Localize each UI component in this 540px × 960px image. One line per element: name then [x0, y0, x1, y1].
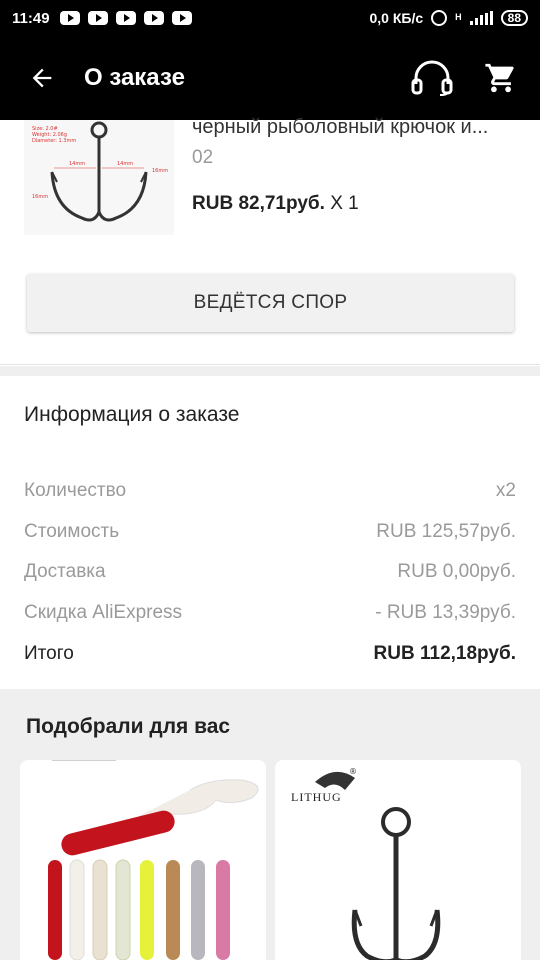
product-quantity: X 1	[330, 193, 359, 214]
product-title[interactable]: черный рыболовный крючок и...	[192, 116, 522, 139]
order-product: Size: 2.0# Weight: 2.06g Diameter: 1.3mm…	[0, 116, 540, 365]
product-price: RUB 82,71руб.	[192, 193, 325, 214]
page-title: О заказе	[84, 64, 185, 91]
youtube-notification-icon	[59, 11, 80, 25]
info-label: Стоимость	[24, 521, 120, 542]
dispute-button[interactable]: ВЕДЁТСЯ СПОР	[27, 274, 514, 332]
info-label: Итого	[24, 643, 74, 664]
svg-text:®: ®	[349, 767, 357, 776]
image-label-width-left: 14mm	[69, 161, 85, 167]
signal-icon	[469, 11, 493, 25]
status-bar: 11:49 0,0 КБ/с H 88	[0, 0, 540, 36]
product-image[interactable]: Size: 2.0# Weight: 2.06g Diameter: 1.3mm…	[24, 120, 174, 235]
network-type: H	[455, 12, 462, 22]
info-row-total: Итого RUB 112,18руб.	[24, 643, 516, 665]
youtube-notification-icon	[143, 11, 164, 25]
app-bar: О заказе	[0, 36, 540, 120]
youtube-notification-icon	[171, 11, 192, 25]
alarm-icon	[431, 10, 448, 26]
battery-icon: 88	[500, 10, 528, 26]
youtube-notification-icon	[87, 11, 108, 25]
back-arrow-icon	[32, 68, 52, 88]
recommendations-section: Подобрали для вас ® LITHUG	[0, 689, 540, 960]
image-label-height-right: 16mm	[152, 168, 168, 174]
info-value: - RUB 13,39руб.	[375, 602, 516, 623]
order-info-heading: Информация о заказе	[24, 403, 240, 426]
image-label-width-right: 14mm	[117, 161, 133, 167]
info-row-discount: Скидка AliExpress - RUB 13,39руб.	[24, 602, 516, 624]
soft-lure-image	[48, 760, 259, 960]
image-label-diameter: Diameter: 1.3mm	[32, 138, 76, 144]
network-speed: 0,0 КБ/с	[369, 10, 424, 26]
youtube-notification-icon	[115, 11, 136, 25]
info-label: Доставка	[24, 561, 106, 582]
info-value: x2	[495, 480, 516, 501]
info-row-shipping: Доставка RUB 0,00руб.	[24, 561, 516, 583]
order-info-section: Информация о заказе Количество x2 Стоимо…	[0, 376, 540, 689]
recommendations-heading: Подобрали для вас	[26, 715, 231, 738]
info-row-quantity: Количество x2	[24, 480, 516, 502]
status-time: 11:49	[12, 9, 50, 27]
cart-icon[interactable]	[484, 61, 518, 95]
product-price-row: RUB 82,71руб. X 1	[192, 193, 359, 215]
info-label: Количество	[24, 480, 127, 501]
back-button[interactable]	[0, 36, 84, 120]
headset-icon[interactable]	[410, 60, 454, 96]
info-row-cost: Стоимость RUB 125,57руб.	[24, 521, 516, 543]
brand-logo-text: LITHUG	[291, 790, 342, 804]
product-variant: 02	[192, 147, 214, 168]
info-label: Скидка AliExpress	[24, 602, 183, 623]
info-value: RUB 125,57руб.	[376, 521, 516, 542]
recommendation-card[interactable]	[20, 760, 266, 960]
info-value: RUB 112,18руб.	[373, 643, 516, 664]
image-label-height-left: 16mm	[32, 194, 48, 200]
treble-hook-illustration: Size: 2.0# Weight: 2.06g Diameter: 1.3mm…	[32, 121, 168, 222]
recommendation-card[interactable]: ® LITHUG	[275, 760, 521, 960]
info-value: RUB 0,00руб.	[397, 561, 516, 582]
section-divider	[0, 366, 540, 376]
status-indicators: 0,0 КБ/с H 88	[369, 10, 528, 26]
